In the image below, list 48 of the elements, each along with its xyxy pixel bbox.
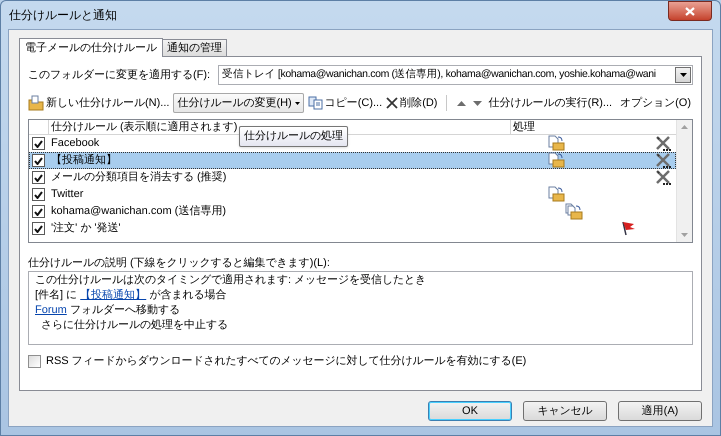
description-text: この仕分けルールは次のタイミングで適用されます: メッセージを受信したとき xyxy=(35,273,426,288)
dialog-button[interactable]: 適用(A) xyxy=(618,401,702,421)
close-button[interactable] xyxy=(668,1,712,21)
rule-name: Twitter xyxy=(51,187,84,202)
copy-icon xyxy=(308,96,323,110)
caret-icon xyxy=(294,102,300,104)
description-text: さらに仕分けルールの処理を中止する xyxy=(40,318,228,333)
rule-name: Facebook xyxy=(51,136,100,152)
description-text: フォルダーへ移動する xyxy=(68,303,180,318)
checkbox[interactable] xyxy=(32,171,45,184)
tab[interactable]: 電子メールの仕分けルール xyxy=(19,38,163,57)
checkbox[interactable] xyxy=(32,137,45,150)
dialog-button[interactable]: キャンセル xyxy=(523,401,607,421)
checkbox[interactable] xyxy=(32,154,45,167)
description-text: [件名] に xyxy=(35,288,78,303)
window-title: 仕分けルールと通知 xyxy=(9,7,117,24)
toolbar-button[interactable]: 仕分けルールの実行(R)... xyxy=(486,93,614,113)
toolbar-button[interactable]: オプション(O) xyxy=(618,93,693,113)
checkbox[interactable] xyxy=(32,205,45,218)
change-rule-button[interactable]: 仕分けルールの変更(H) xyxy=(173,93,304,113)
folder-label: このフォルダーに変更を適用する(F): xyxy=(28,68,210,83)
rule-row[interactable]: 【投稿通知】 xyxy=(29,152,676,169)
dialog-button[interactable]: OK xyxy=(428,401,512,421)
delete-icon xyxy=(386,97,398,109)
copy-button[interactable]: コピー(C)... xyxy=(308,93,382,113)
down-arrow-icon xyxy=(472,100,482,106)
folder-icon xyxy=(28,95,44,111)
caret-icon xyxy=(680,73,686,77)
up-arrow-icon xyxy=(457,100,466,106)
close-icon xyxy=(685,6,695,16)
delete-button[interactable]: 削除(D) xyxy=(386,93,438,113)
rule-name: メールの分類項目を消去する (推奨) xyxy=(51,170,226,186)
checkbox[interactable] xyxy=(32,222,45,235)
rule-link[interactable]: 【投稿通知】 xyxy=(80,288,146,303)
tab[interactable]: 通知の管理 xyxy=(163,39,227,56)
description-label: 仕分けルールの説明 (下線をクリックすると編集できます)(L): xyxy=(28,256,331,271)
rule-link[interactable]: Forum xyxy=(35,303,67,318)
rule-name: 【投稿通知】 xyxy=(51,152,117,168)
rule-name: kohama@wanichan.com (送信専用) xyxy=(51,204,226,220)
checkbox[interactable] xyxy=(32,188,45,201)
tooltip: 仕分けルールの処理 xyxy=(239,126,348,146)
new-rule-button[interactable]: 新しい仕分けルール(N)... xyxy=(28,93,170,113)
checkbox[interactable] xyxy=(28,354,41,368)
folder-dropdown[interactable]: 受信トレイ [kohama@wanichan.com (送信専用), kohama@wanichan.com, yoshie.kohama@wani xyxy=(218,65,693,85)
column-header[interactable]: 処理 xyxy=(511,120,676,134)
rule-name: '注文' か '発送' xyxy=(51,220,121,236)
rss-option-label: RSS フィードからダウンロードされたすべてのメッセージに対して仕分けルールを有効にする(E) xyxy=(46,354,526,369)
description-text: が含まれる場合 xyxy=(148,288,226,303)
